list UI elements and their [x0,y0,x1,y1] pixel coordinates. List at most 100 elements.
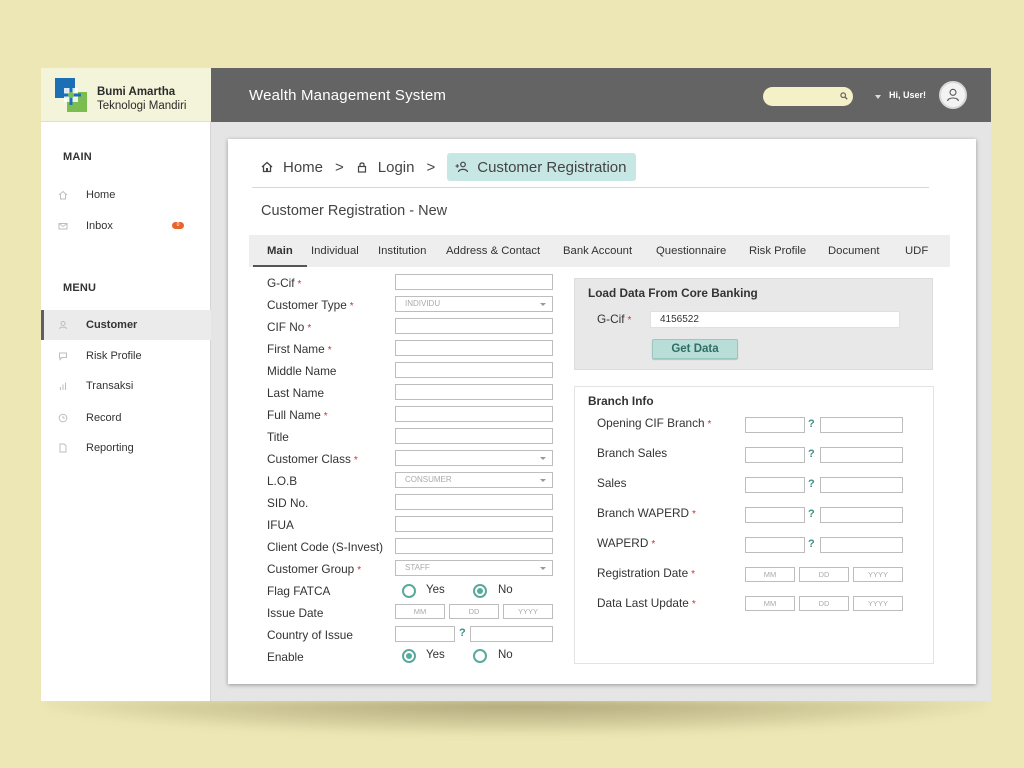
issue-date-month[interactable]: MM [395,604,445,619]
opening-cif-branch-name[interactable] [820,417,903,433]
ifua-field[interactable] [395,516,553,532]
sidebar-item-customer[interactable]: Customer [41,310,211,340]
lob-select[interactable]: CONSUMER [395,472,553,488]
enable-yes-radio[interactable] [402,649,416,663]
breadcrumb-login[interactable]: Login [356,153,414,181]
branch-waperd-help-icon[interactable]: ? [808,508,815,520]
country-code-field[interactable] [395,626,455,642]
branch-sales-name[interactable] [820,447,903,463]
tab-main[interactable]: Main [253,235,307,267]
branch-sales-help-icon[interactable]: ? [808,448,815,460]
chat-icon [59,352,67,361]
customer-class-select[interactable] [395,450,553,466]
issue-date-day[interactable]: DD [449,604,499,619]
brand-line-2: Teknologi Mandiri [97,100,187,112]
tab-bar: Main Individual Institution Address & Co… [249,235,950,267]
breadcrumb-current[interactable]: Customer Registration [447,153,637,181]
full-name-field[interactable] [395,406,553,422]
middle-name-field[interactable] [395,362,553,378]
user-icon [59,321,67,330]
sid-no-field[interactable] [395,494,553,510]
app-title: Wealth Management System [249,87,447,104]
waperd-name[interactable] [820,537,903,553]
registration-date-label: Registration Date * [597,566,696,580]
brand-line-1: Bumi Amartha [97,86,176,98]
logo-icon [55,78,87,112]
sales-code[interactable] [745,477,805,493]
search-icon[interactable] [839,91,849,101]
last-name-label: Last Name [267,386,325,400]
customer-class-label: Customer Class * [267,452,358,466]
registration-date-year[interactable]: YYYY [853,567,903,582]
top-header: Wealth Management System Hi, User! [211,68,991,122]
gcif-field[interactable] [395,274,553,290]
ifua-label: IFUA [267,518,294,532]
bars-icon [60,382,66,390]
registration-date-month[interactable]: MM [745,567,795,582]
branch-sales-label: Branch Sales [597,446,668,460]
tab-individual[interactable]: Individual [311,235,359,267]
country-help-icon[interactable]: ? [459,627,466,639]
customer-group-select[interactable]: STAFF [395,560,553,576]
tab-risk-profile[interactable]: Risk Profile [749,235,806,267]
tab-document[interactable]: Document [828,235,880,267]
sidebar-section-menu: MENU [63,282,97,294]
sidebar-item-home[interactable]: Home [41,180,211,210]
fatca-no-radio[interactable] [473,584,487,598]
brand-logo[interactable]: Bumi Amartha Teknologi Mandiri [41,68,211,122]
sales-help-icon[interactable]: ? [808,478,815,490]
enable-no-radio[interactable] [473,649,487,663]
cif-no-field[interactable] [395,318,553,334]
sidebar-item-risk-profile[interactable]: Risk Profile [41,341,211,371]
last-update-month[interactable]: MM [745,596,795,611]
sidebar-item-inbox[interactable]: Inbox 0 [41,211,211,241]
avatar[interactable] [939,81,967,109]
client-code-field[interactable] [395,538,553,554]
tab-bank-account[interactable]: Bank Account [563,235,632,267]
branch-waperd-label: Branch WAPERD * [597,506,696,520]
tab-address-contact[interactable]: Address & Contact [446,235,540,267]
enable-no-label: No [498,649,513,661]
last-name-field[interactable] [395,384,553,400]
sidebar-item-label: Home [86,189,116,201]
branch-waperd-name[interactable] [820,507,903,523]
breadcrumb: Home > Login > Customer Registration [261,153,637,181]
last-update-day[interactable]: DD [799,596,849,611]
breadcrumb-home[interactable]: Home [261,153,323,181]
sidebar-item-label: Transaksi [86,380,134,392]
window-shadow [46,700,986,734]
tab-udf[interactable]: UDF [905,235,928,267]
load-core-banking-panel: Load Data From Core Banking G-Cif * 41565… [574,278,933,370]
lob-label: L.O.B [267,474,298,488]
waperd-code[interactable] [745,537,805,553]
sidebar-item-transaksi[interactable]: Transaksi [41,371,211,401]
last-update-year[interactable]: YYYY [853,596,903,611]
title-field[interactable] [395,428,553,444]
first-name-field[interactable] [395,340,553,356]
chevron-down-icon[interactable] [875,95,881,99]
search-box[interactable] [763,87,853,106]
load-gcif-field[interactable]: 4156522 [650,311,900,328]
sidebar-item-record[interactable]: Record [41,403,211,433]
load-panel-title: Load Data From Core Banking [588,286,758,300]
customer-type-select[interactable]: INDIVIDU [395,296,553,312]
sidebar-item-reporting[interactable]: Reporting [41,433,211,463]
branch-sales-code[interactable] [745,447,805,463]
registration-date-day[interactable]: DD [799,567,849,582]
data-last-update-label: Data Last Update * [597,596,696,610]
tab-questionnaire[interactable]: Questionnaire [656,235,726,267]
waperd-help-icon[interactable]: ? [808,538,815,550]
search-input[interactable] [771,90,833,103]
enable-yes-label: Yes [426,649,445,661]
opening-cif-branch-help-icon[interactable]: ? [808,418,815,430]
tab-institution[interactable]: Institution [378,235,426,267]
get-data-button[interactable]: Get Data [652,339,738,359]
user-greeting[interactable]: Hi, User! [889,90,926,100]
sidebar: Bumi Amartha Teknologi Mandiri MAIN Home… [41,68,211,701]
opening-cif-branch-code[interactable] [745,417,805,433]
issue-date-year[interactable]: YYYY [503,604,553,619]
country-name-field[interactable] [470,626,553,642]
sales-name[interactable] [820,477,903,493]
fatca-yes-radio[interactable] [402,584,416,598]
branch-waperd-code[interactable] [745,507,805,523]
